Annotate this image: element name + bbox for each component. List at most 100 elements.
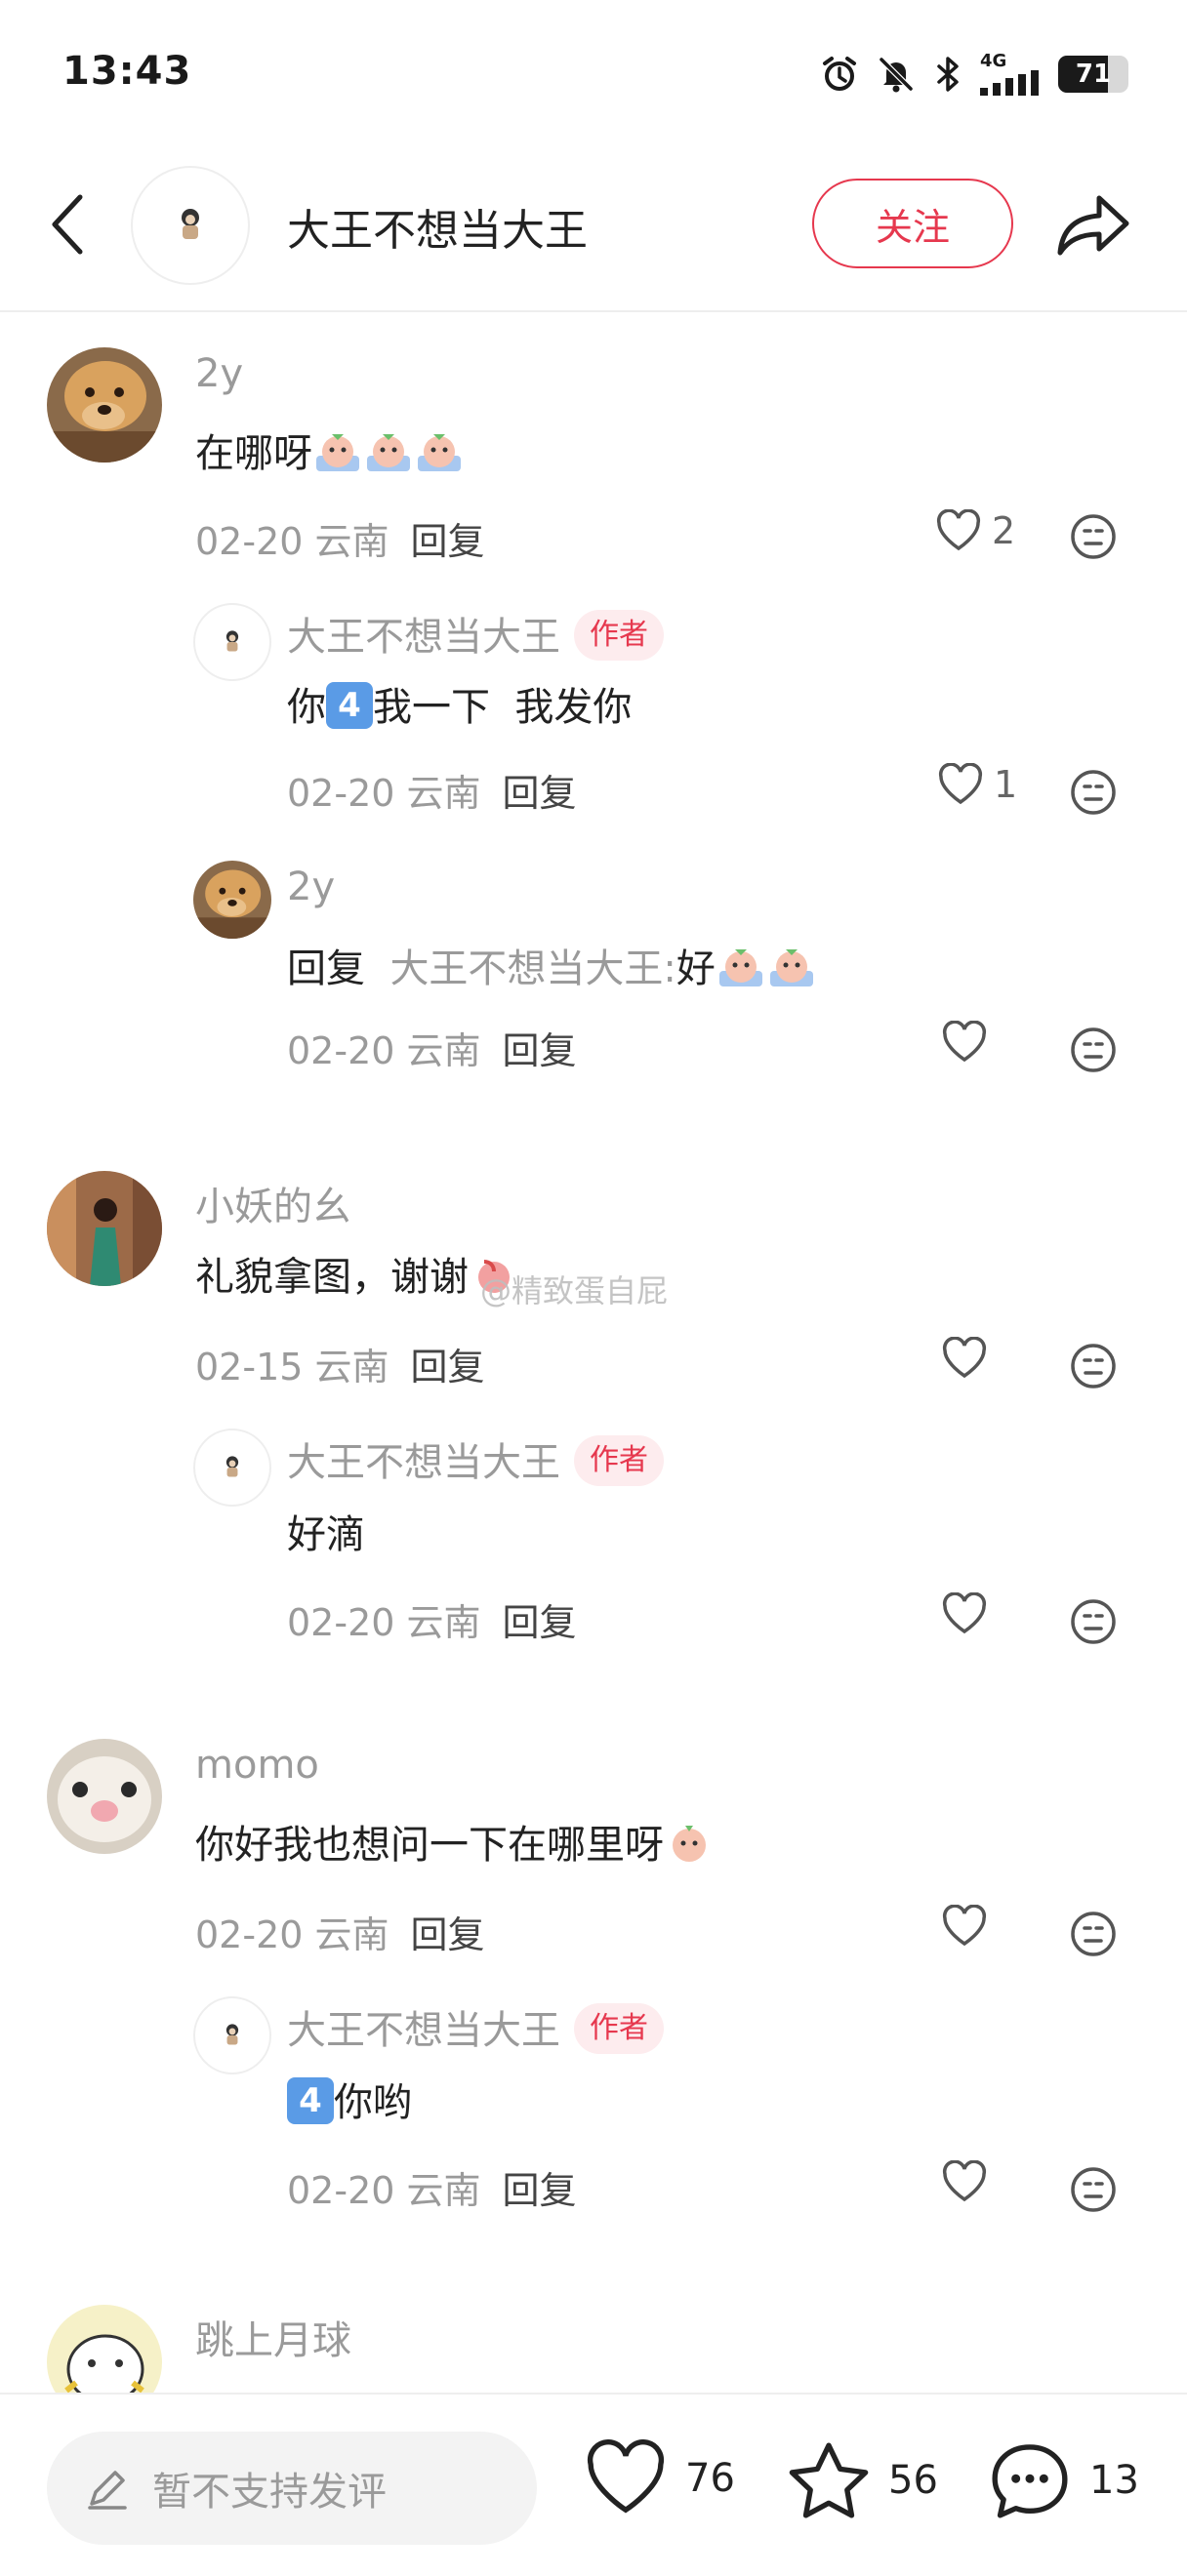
heart-icon [936,509,981,551]
like-button[interactable] [941,1592,988,1635]
reply-text: 回复 大王不想当大王:好 [287,937,817,996]
author-avatar[interactable] [131,166,250,285]
like-button[interactable] [941,1021,988,1064]
bluetooth-icon [937,57,959,92]
share-icon [1057,195,1129,256]
heart-icon [938,763,983,805]
reply-username[interactable]: 2y [287,865,335,909]
emoji-react-icon[interactable] [1068,1341,1119,1391]
comment-username[interactable]: 小妖的幺 [195,1175,351,1231]
reply-button[interactable]: 回复 [503,1029,577,1072]
cat-avatar-image [47,1739,162,1854]
status-bar: 13:43 4G 71 [0,0,1187,146]
emoji-react-icon[interactable] [1068,511,1119,562]
comment-bubble-icon [992,2444,1068,2518]
alarm-icon [823,57,856,91]
like-post-button[interactable]: 76 [584,2439,735,2517]
emoji-react-icon[interactable] [1068,767,1119,818]
like-button[interactable]: 2 [935,509,1015,552]
comment-meta: 02-20 云南 回复 [195,511,485,565]
like-count: 2 [992,509,1016,552]
user-avatar[interactable] [47,1739,162,1854]
post-comment-count: 13 [1089,2458,1139,2503]
reply-meta: 02-20 云南 回复 [287,1021,577,1074]
emoji-react-icon[interactable] [1068,1909,1119,1959]
peach-crying-emoji [769,949,813,986]
like-button[interactable] [941,2160,988,2203]
reply-date: 02-20 云南 [287,2169,481,2212]
author-badge: 作者 [574,610,664,661]
comment-input[interactable]: 暂不支持发评 [47,2432,537,2545]
keycap-emoji: 4 [326,682,373,729]
reply-username-text[interactable]: 大王不想当大王 [287,1440,560,1485]
comment-text: 礼貌拿图，谢谢 [195,1245,519,1305]
comment-username[interactable]: 跳上月球 [195,2309,351,2365]
comment-text-content: 礼貌拿图，谢谢 [195,1255,469,1300]
comment-username[interactable]: 2y [195,351,243,396]
reply-username: 大王不想当大王 作者 [287,1430,664,1490]
page-title: 大王不想当大王 [287,206,588,256]
reply-username-text[interactable]: 大王不想当大王 [287,615,560,660]
comment-text: 你好我也想问一下在哪里呀 [195,1813,715,1872]
peach-crying-emoji [718,949,762,986]
peach-crying-emoji [316,434,359,471]
girl-avatar-image [47,1171,162,1286]
reply-text-after: 我一下 我发你 [373,685,633,730]
like-button[interactable] [941,1337,988,1380]
reply-prefix: 回复 [287,946,365,991]
post-like-count: 76 [685,2456,735,2501]
comment-input-placeholder: 暂不支持发评 [152,2470,387,2515]
signal-icon [980,70,1039,96]
emoji-react-icon[interactable] [1068,1596,1119,1647]
user-avatar[interactable] [47,1171,162,1286]
author-badge: 作者 [574,1435,664,1486]
heart-icon [942,1905,987,1947]
reply-meta: 02-20 云南 回复 [287,763,577,817]
author-badge: 作者 [574,2003,664,2054]
reply-text-content: 好 [675,946,716,991]
reply-username-text[interactable]: 大王不想当大王 [287,2008,560,2053]
reply-button[interactable]: 回复 [411,1346,485,1389]
reply-button[interactable]: 回复 [503,772,577,815]
reply-text-before: 你 [287,685,326,730]
peach-crying-emoji [418,434,461,471]
favorite-post-button[interactable]: 56 [787,2439,938,2521]
comment-date: 02-20 云南 [195,520,389,563]
keycap-emoji: 4 [287,2077,334,2124]
status-icons: 4G 71 [820,51,1128,98]
reply-button[interactable]: 回复 [411,1913,485,1956]
reply-meta: 02-20 云南 回复 [287,1592,577,1646]
reply-button[interactable]: 回复 [411,520,485,563]
heart-icon [942,1592,987,1634]
battery-icon: 71 [1058,56,1128,93]
reply-avatar[interactable] [193,861,271,939]
avatar-illustration [225,2024,239,2045]
like-button[interactable] [941,1905,988,1948]
signal-group: 4G [980,53,1041,96]
comment-username[interactable]: momo [195,1743,319,1788]
reply-avatar[interactable] [193,1429,271,1507]
back-arrow-icon [52,194,83,255]
reply-username: 大王不想当大王 作者 [287,605,664,664]
share-button[interactable] [1054,185,1132,263]
reply-date: 02-20 云南 [287,772,481,815]
reply-avatar[interactable] [193,1996,271,2074]
user-avatar[interactable] [47,347,162,463]
bottom-bar: 暂不支持发评 76 56 13 [0,2393,1187,2576]
emoji-react-icon[interactable] [1068,1025,1119,1075]
star-icon [789,2442,869,2518]
reply-text: 4 你哟 [287,2071,412,2128]
reply-button[interactable]: 回复 [503,2169,577,2212]
reply-target[interactable]: 大王不想当大王: [389,946,675,991]
emoji-react-icon[interactable] [1068,2164,1119,2215]
mute-bell-icon [879,57,914,93]
reply-avatar[interactable] [193,603,271,681]
comment-post-button[interactable]: 13 [988,2439,1139,2521]
like-count: 1 [994,763,1018,806]
back-button[interactable] [39,185,98,263]
reply-button[interactable]: 回复 [503,1601,577,1644]
like-button[interactable]: 1 [937,763,1017,806]
heart-icon [942,1021,987,1063]
follow-button[interactable]: 关注 [812,179,1013,268]
heart-icon [942,1337,987,1379]
